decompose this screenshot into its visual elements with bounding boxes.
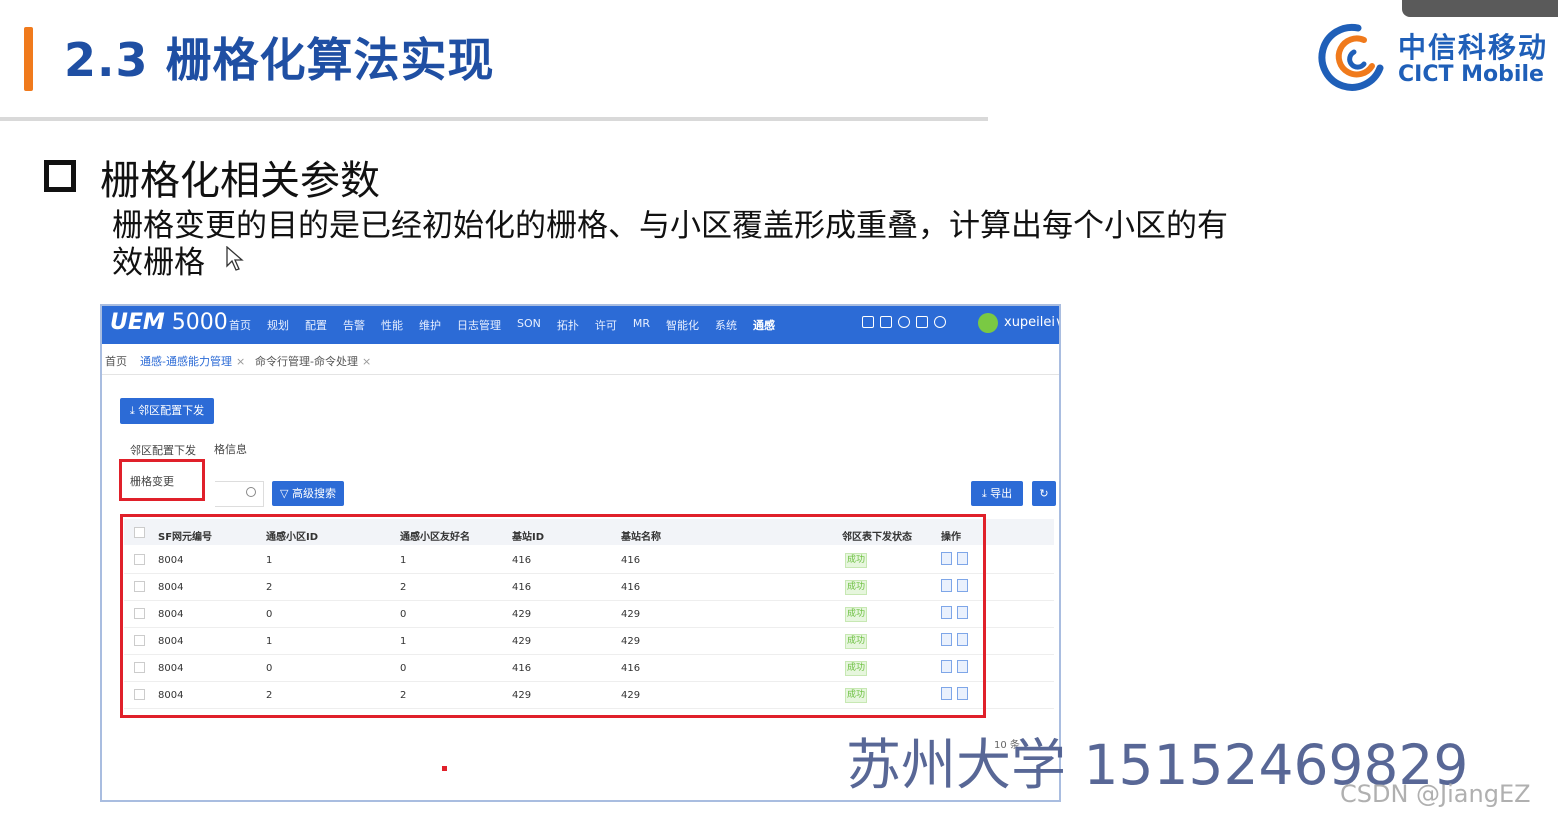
button-label: 导出 xyxy=(990,487,1013,500)
top-corner-tab xyxy=(1402,0,1558,17)
nav-item[interactable]: 日志管理 xyxy=(457,317,501,333)
nav-item[interactable]: 规划 xyxy=(267,317,289,333)
notification-icon[interactable] xyxy=(880,316,892,328)
search-input[interactable] xyxy=(215,481,264,507)
tab-label: 首页 xyxy=(105,355,127,368)
brand-number: 5000 xyxy=(171,310,228,335)
mouse-cursor-icon xyxy=(226,246,244,271)
nav-menu: 首页 规划 配置 告警 性能 维护 日志管理 SON 拓扑 许可 MR 智能化 系统 通感 xyxy=(229,317,791,333)
nav-icon-group xyxy=(862,316,952,328)
grid-change-highlight xyxy=(119,459,205,501)
watermark-credit: CSDN @JiangEZ xyxy=(1340,780,1531,808)
button-label: 高级搜索 xyxy=(291,487,336,500)
title-accent-bar xyxy=(24,27,33,91)
description-text: 栅格变更的目的是已经初始化的栅格、与小区覆盖形成重叠，计算出每个小区的有效栅格 xyxy=(112,208,1228,281)
nav-item[interactable]: 通感 xyxy=(753,317,775,333)
tab-label: 命令行管理-命令处理 xyxy=(255,355,358,368)
close-icon[interactable]: × xyxy=(236,355,245,368)
slide-title: 2.3 栅格化算法实现 xyxy=(64,33,495,87)
page-tabs: 首页 通感-通感能力管理 × 命令行管理-命令处理 × xyxy=(102,344,1059,375)
uem-brand: UEM 5000 xyxy=(110,310,228,335)
avatar[interactable] xyxy=(978,313,998,333)
nav-item[interactable]: 首页 xyxy=(229,317,251,333)
mail-icon[interactable] xyxy=(862,316,874,328)
filter-icon: ▽ xyxy=(280,487,292,500)
red-marker xyxy=(442,766,447,771)
nav-item[interactable]: 系统 xyxy=(715,317,737,333)
user-name: xupeilei xyxy=(1004,315,1056,330)
nav-item[interactable]: 智能化 xyxy=(666,317,699,333)
cict-logo-icon xyxy=(1318,23,1384,91)
grid-info-tab[interactable]: 格信息 xyxy=(214,441,247,457)
button-label: 邻区配置下发 xyxy=(138,404,205,417)
close-icon[interactable]: × xyxy=(362,355,371,368)
user-menu[interactable]: xupeilei∨ xyxy=(1004,315,1059,330)
nav-item[interactable]: MR xyxy=(633,317,650,333)
refresh-button[interactable]: ↻ xyxy=(1032,481,1056,506)
header-divider xyxy=(0,117,988,121)
chevron-down-icon: ∨ xyxy=(1055,315,1059,330)
section-heading: 栅格化相关参数 xyxy=(100,158,380,204)
nav-item[interactable]: 配置 xyxy=(305,317,327,333)
bullet-square-icon xyxy=(44,160,76,192)
advanced-search-button[interactable]: ▽ 高级搜索 xyxy=(272,481,344,506)
tab-command-processing[interactable]: 命令行管理-命令处理 × xyxy=(255,353,371,369)
refresh-icon: ↻ xyxy=(1039,487,1049,500)
download-icon: ⤓ xyxy=(129,404,139,417)
tab-capability-management[interactable]: 通感-通感能力管理 × xyxy=(140,353,245,369)
nav-item[interactable]: 维护 xyxy=(419,317,441,333)
search-icon[interactable] xyxy=(246,487,256,497)
logo-chinese-name: 中信科移动 xyxy=(1398,31,1549,64)
brand-prefix: UEM xyxy=(110,310,165,335)
nav-item[interactable]: 告警 xyxy=(343,317,365,333)
document-icon[interactable] xyxy=(916,316,928,328)
download-icon: ⤓ xyxy=(981,487,991,500)
nav-item[interactable]: 拓扑 xyxy=(557,317,579,333)
tab-label: 通感-通感能力管理 xyxy=(140,355,232,368)
nav-item[interactable]: SON xyxy=(517,317,541,333)
dropdown-item-neighbor-config[interactable]: 邻区配置下发 xyxy=(130,442,196,458)
tab-home[interactable]: 首页 xyxy=(105,353,127,369)
table-highlight xyxy=(120,514,986,718)
help-icon[interactable] xyxy=(934,316,946,328)
neighbor-config-dispatch-button[interactable]: ⤓ 邻区配置下发 xyxy=(120,398,214,424)
logo-english-name: CICT Mobile xyxy=(1398,62,1544,87)
nav-item[interactable]: 许可 xyxy=(595,317,617,333)
nav-item[interactable]: 性能 xyxy=(381,317,403,333)
cict-logo: 中信科移动 CICT Mobile xyxy=(1318,22,1558,94)
export-button[interactable]: ⤓ 导出 xyxy=(971,481,1023,506)
globe-icon[interactable] xyxy=(898,316,910,328)
top-navbar: UEM 5000 首页 规划 配置 告警 性能 维护 日志管理 SON 拓扑 许可 MR 智能化 系统通… xyxy=(102,306,1059,344)
